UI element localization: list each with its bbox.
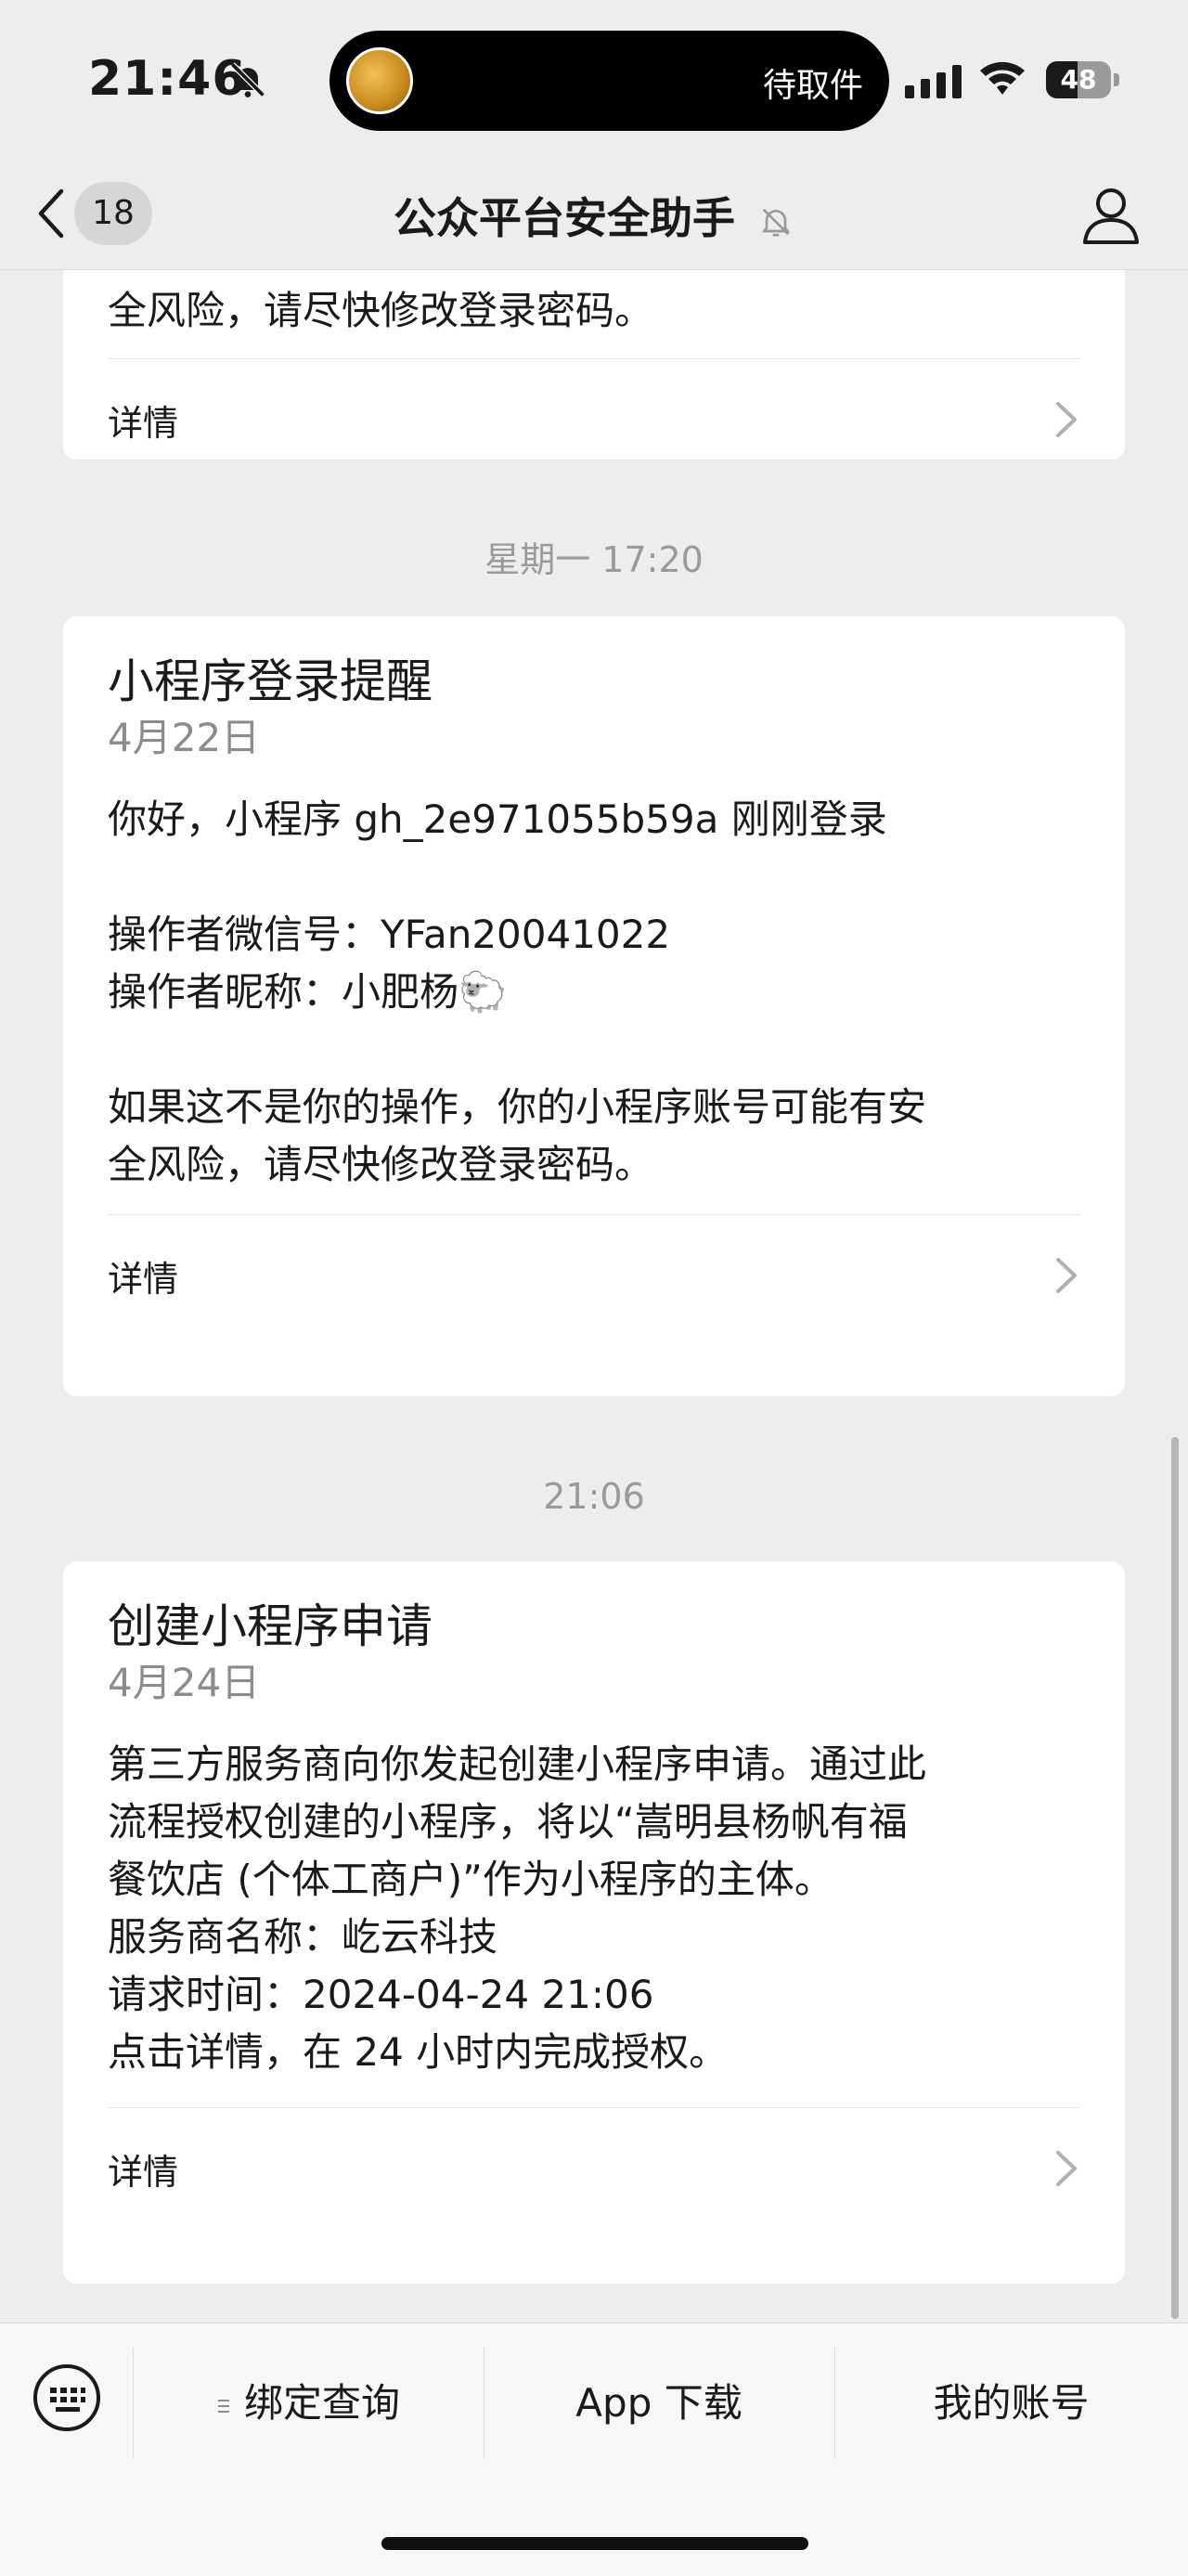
card-body-line: 操作者昵称：小肥杨🐑 <box>108 969 508 1015</box>
menu-item-label: 我的账号 <box>933 2380 1090 2426</box>
details-label: 详情 <box>108 402 179 444</box>
scrollbar[interactable] <box>1171 1437 1179 2319</box>
card-body-line: 你好，小程序 gh_2e971055b59a 刚刚登录 <box>108 796 887 842</box>
profile-icon[interactable] <box>1078 183 1143 248</box>
home-indicator[interactable] <box>381 2537 808 2550</box>
card-body-line <box>108 1021 1080 1079</box>
status-bar: 21:46 待取件 48 <box>0 0 1188 162</box>
dynamic-island[interactable]: 待取件 <box>329 31 889 131</box>
chat-title: 公众平台安全助手 <box>0 185 1188 246</box>
card-title: 创建小程序申请 <box>108 1599 433 1653</box>
menu-item-my-account[interactable]: 我的账号 <box>834 2348 1188 2459</box>
card-body-line: 如果这不是你的操作，你的小程序账号可能有安 <box>108 1084 927 1130</box>
message-card[interactable]: 小程序登录提醒 4月22日 你好，小程序 gh_2e971055b59a 刚刚登… <box>63 616 1125 1396</box>
details-link[interactable]: 详情 <box>108 2108 1080 2229</box>
card-body-line: 请求时间：2024-04-24 21:06 <box>108 1972 654 2017</box>
battery-percent: 48 <box>1060 64 1097 95</box>
chevron-right-icon <box>1056 1258 1077 1293</box>
bell-muted-icon <box>230 62 265 97</box>
details-link[interactable]: 详情 <box>108 1215 1080 1336</box>
card-body: 你好，小程序 gh_2e971055b59a 刚刚登录 操作者微信号：YFan2… <box>108 791 1080 1194</box>
message-timestamp: 21:06 <box>543 1476 645 1517</box>
message-card[interactable]: 创建小程序申请 4月24日 第三方服务商向你发起创建小程序申请。通过此 流程授权… <box>63 1561 1125 2284</box>
card-body-line: 操作者微信号：YFan20041022 <box>108 912 671 957</box>
chat-title-text: 公众平台安全助手 <box>393 193 735 243</box>
menu-item-label: 绑定查询 <box>243 2380 400 2426</box>
keyboard-icon[interactable] <box>32 2362 102 2433</box>
details-link[interactable]: 详情 <box>108 359 1080 480</box>
island-avatar <box>346 47 413 114</box>
card-body-line <box>108 848 1080 906</box>
message-card: 全风险，请尽快修改登录密码。 详情 <box>63 269 1125 460</box>
chevron-right-icon <box>1056 2151 1077 2186</box>
card-title: 小程序登录提醒 <box>108 654 433 708</box>
chevron-right-icon <box>1056 402 1077 437</box>
submenu-icon <box>217 2399 229 2413</box>
message-list[interactable]: 全风险，请尽快修改登录密码。 详情 星期一 17:20 小程序登录提醒 4月22… <box>0 269 1188 2323</box>
battery-indicator: 48 <box>1046 61 1120 98</box>
chat-header: 18 公众平台安全助手 <box>0 162 1188 270</box>
message-timestamp: 星期一 17:20 <box>484 539 704 580</box>
menu-item-app-download[interactable]: App 下载 <box>484 2348 834 2459</box>
mute-icon <box>761 208 791 236</box>
details-label: 详情 <box>108 1258 179 1300</box>
details-label: 详情 <box>108 2151 179 2193</box>
cellular-signal-icon <box>905 65 962 98</box>
card-body-line: 全风险，请尽快修改登录密码。 <box>108 288 654 333</box>
card-body-line: 服务商名称：屹云科技 <box>108 1914 498 1960</box>
card-date: 4月24日 <box>108 1660 261 1705</box>
menu-item-bind-query[interactable]: 绑定查询 <box>133 2348 484 2459</box>
card-body-line: 点击详情，在 24 小时内完成授权。 <box>108 2029 729 2075</box>
card-date: 4月22日 <box>108 715 261 760</box>
card-body-line: 流程授权创建的小程序，将以“嵩明县杨帆有福 <box>108 1799 908 1845</box>
card-body-line: 全风险，请尽快修改登录密码。 <box>108 1142 654 1187</box>
island-status-text: 待取件 <box>762 67 863 105</box>
wifi-icon <box>980 61 1025 95</box>
card-body: 第三方服务商向你发起创建小程序申请。通过此 流程授权创建的小程序，将以“嵩明县杨… <box>108 1736 1080 2081</box>
status-time: 21:46 <box>88 51 247 107</box>
card-body-line: 餐饮店 (个体工商户)”作为小程序的主体。 <box>108 1857 833 1902</box>
card-body-line: 第三方服务商向你发起创建小程序申请。通过此 <box>108 1741 927 1787</box>
menu-item-label: App 下载 <box>575 2380 742 2426</box>
